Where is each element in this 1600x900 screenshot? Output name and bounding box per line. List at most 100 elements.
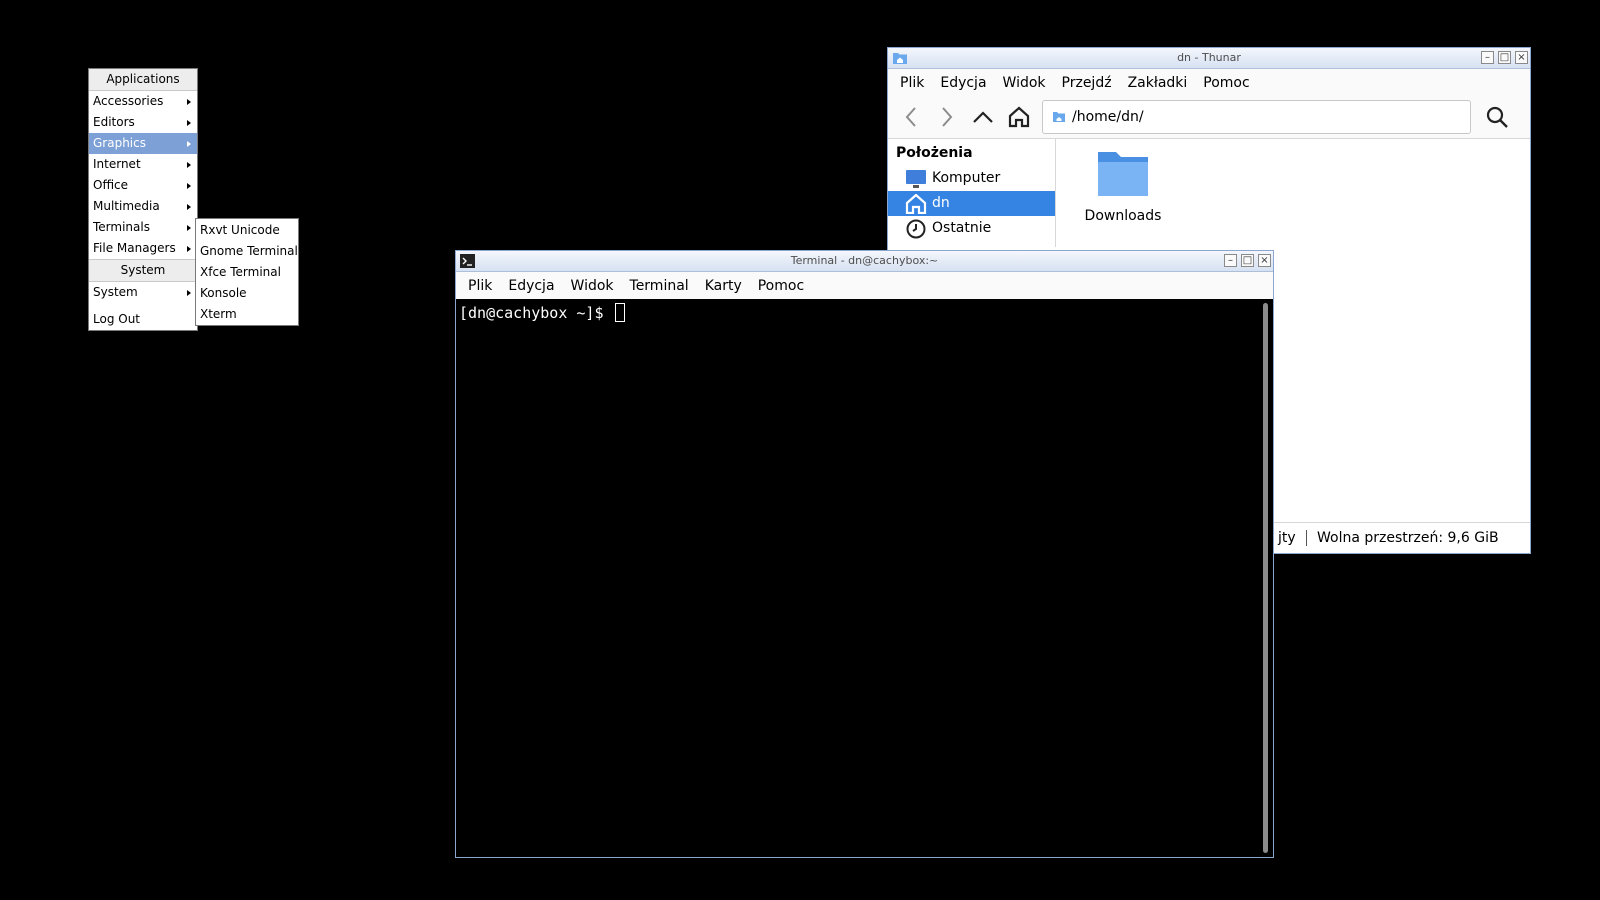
root-menu: Applications Accessories Editors Graphic… bbox=[88, 68, 198, 331]
forward-button[interactable] bbox=[934, 104, 960, 130]
sidebar-item-ostatnie[interactable]: Ostatnie bbox=[888, 216, 1055, 241]
thunar-toolbar: /home/dn/ bbox=[888, 96, 1530, 139]
menu-item-label: Multimedia bbox=[93, 199, 160, 213]
menu-edycja[interactable]: Edycja bbox=[932, 75, 994, 91]
menu-item-xfce-terminal[interactable]: Xfce Terminal bbox=[196, 262, 298, 283]
menu-widok[interactable]: Widok bbox=[995, 75, 1054, 91]
submenu-arrow-icon bbox=[187, 162, 191, 168]
sidebar-item-label: dn bbox=[932, 195, 950, 211]
sidebar-item-komputer[interactable]: Komputer bbox=[888, 166, 1055, 191]
menu-item-editors[interactable]: Editors bbox=[89, 112, 197, 133]
menu-header-applications: Applications bbox=[89, 69, 197, 91]
thunar-sidebar: Położenia Komputer dn Ostatnie bbox=[888, 139, 1056, 247]
submenu-arrow-icon bbox=[187, 290, 191, 296]
menu-item-label: Accessories bbox=[93, 94, 164, 108]
folder-home-icon bbox=[893, 53, 907, 64]
sidebar-item-label: Ostatnie bbox=[932, 220, 992, 236]
clock-icon bbox=[906, 219, 926, 239]
submenu-arrow-icon bbox=[187, 120, 191, 126]
sidebar-heading: Położenia bbox=[896, 145, 973, 161]
menu-plik[interactable]: Plik bbox=[892, 75, 932, 91]
maximize-button[interactable]: □ bbox=[1241, 254, 1254, 267]
menu-item-file-managers[interactable]: File Managers bbox=[89, 238, 197, 259]
close-button[interactable]: × bbox=[1515, 51, 1528, 64]
sidebar-item-dn[interactable]: dn bbox=[888, 191, 1055, 216]
menu-item-terminals[interactable]: Terminals bbox=[89, 217, 197, 238]
status-free-space: Wolna przestrzeń: 9,6 GiB bbox=[1317, 530, 1499, 546]
menu-item-internet[interactable]: Internet bbox=[89, 154, 197, 175]
menu-terminal[interactable]: Terminal bbox=[622, 278, 697, 294]
terminal-titlebar[interactable]: Terminal - dn@cachybox:~ – □ × bbox=[456, 251, 1273, 272]
terminal-icon bbox=[460, 254, 475, 268]
submenu-arrow-icon bbox=[187, 204, 191, 210]
folder-item-downloads[interactable]: Downloads bbox=[1083, 146, 1163, 224]
terminals-submenu: Rxvt Unicode Gnome Terminal Xfce Termina… bbox=[195, 218, 299, 326]
menu-karty[interactable]: Karty bbox=[697, 278, 750, 294]
location-bar[interactable]: /home/dn/ bbox=[1042, 100, 1471, 134]
menu-edycja[interactable]: Edycja bbox=[500, 278, 562, 294]
shell-prompt: [dn@cachybox ~]$ bbox=[459, 304, 613, 322]
search-button[interactable] bbox=[1484, 104, 1510, 130]
submenu-arrow-icon bbox=[187, 183, 191, 189]
menu-item-logout[interactable]: Log Out bbox=[89, 309, 197, 330]
chevron-right-icon bbox=[942, 107, 953, 127]
computer-icon bbox=[906, 170, 926, 188]
terminal-window: Terminal - dn@cachybox:~ – □ × Plik Edyc… bbox=[455, 250, 1274, 858]
menu-item-xterm[interactable]: Xterm bbox=[196, 304, 298, 325]
menu-item-graphics[interactable]: Graphics bbox=[89, 133, 197, 154]
chevron-up-icon bbox=[973, 111, 993, 123]
menu-item-accessories[interactable]: Accessories bbox=[89, 91, 197, 112]
submenu-arrow-icon bbox=[187, 225, 191, 231]
thunar-menubar: Plik Edycja Widok Przejdź Zakładki Pomoc bbox=[888, 69, 1530, 96]
terminal-menubar: Plik Edycja Widok Terminal Karty Pomoc bbox=[456, 272, 1273, 299]
folder-home-icon bbox=[1053, 112, 1065, 122]
up-button[interactable] bbox=[970, 104, 996, 130]
menu-item-multimedia[interactable]: Multimedia bbox=[89, 196, 197, 217]
menu-item-gnome-terminal[interactable]: Gnome Terminal bbox=[196, 241, 298, 262]
thunar-titlebar[interactable]: dn - Thunar – □ × bbox=[888, 48, 1530, 69]
menu-zakladki[interactable]: Zakładki bbox=[1120, 75, 1196, 91]
chevron-left-icon bbox=[905, 107, 916, 127]
maximize-button[interactable]: □ bbox=[1498, 51, 1511, 64]
menu-item-rxvt-unicode[interactable]: Rxvt Unicode bbox=[196, 220, 298, 241]
submenu-arrow-icon bbox=[187, 99, 191, 105]
menu-item-label: Internet bbox=[93, 157, 141, 171]
window-title: dn - Thunar bbox=[1177, 51, 1241, 64]
menu-item-konsole[interactable]: Konsole bbox=[196, 283, 298, 304]
menu-przejdz[interactable]: Przejdź bbox=[1054, 75, 1120, 91]
close-button[interactable]: × bbox=[1258, 254, 1271, 267]
status-items: jty bbox=[1278, 530, 1296, 546]
home-icon bbox=[905, 194, 927, 214]
menu-pomoc[interactable]: Pomoc bbox=[1195, 75, 1257, 91]
submenu-arrow-icon bbox=[187, 141, 191, 147]
menu-pomoc[interactable]: Pomoc bbox=[750, 278, 812, 294]
home-icon bbox=[1008, 106, 1030, 128]
location-path: /home/dn/ bbox=[1072, 109, 1144, 125]
home-button[interactable] bbox=[1006, 104, 1032, 130]
folder-icon bbox=[1098, 152, 1148, 196]
minimize-button[interactable]: – bbox=[1481, 51, 1494, 64]
submenu-arrow-icon bbox=[187, 246, 191, 252]
menu-item-office[interactable]: Office bbox=[89, 175, 197, 196]
menu-plik[interactable]: Plik bbox=[460, 278, 500, 294]
menu-item-label: System bbox=[93, 285, 138, 299]
menu-widok[interactable]: Widok bbox=[563, 278, 622, 294]
search-icon bbox=[1486, 106, 1508, 128]
terminal-line: [dn@cachybox ~]$ bbox=[459, 303, 625, 322]
menu-item-label: Terminals bbox=[93, 220, 150, 234]
back-button[interactable] bbox=[898, 104, 924, 130]
minimize-button[interactable]: – bbox=[1224, 254, 1237, 267]
menu-item-label: Editors bbox=[93, 115, 135, 129]
text-cursor bbox=[614, 303, 625, 322]
scrollbar[interactable] bbox=[1263, 303, 1268, 853]
window-title: Terminal - dn@cachybox:~ bbox=[790, 254, 939, 267]
menu-header-system: System bbox=[89, 259, 197, 282]
menu-item-label: File Managers bbox=[93, 241, 176, 255]
menu-item-label: Office bbox=[93, 178, 129, 192]
sidebar-item-label: Komputer bbox=[932, 170, 1001, 186]
menu-item-label: Graphics bbox=[93, 136, 146, 150]
folder-label: Downloads bbox=[1084, 208, 1162, 224]
menu-item-system[interactable]: System bbox=[89, 282, 197, 303]
terminal-output[interactable]: [dn@cachybox ~]$ bbox=[456, 299, 1273, 857]
status-divider bbox=[1306, 530, 1307, 546]
